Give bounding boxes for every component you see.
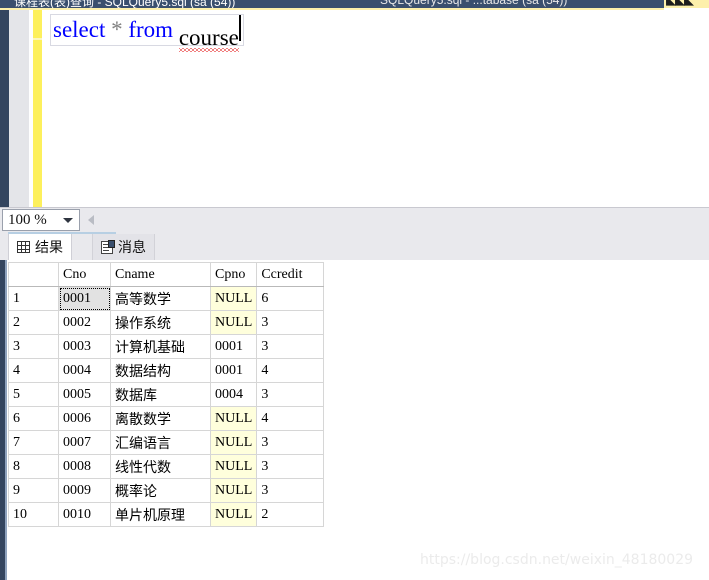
- editor-text-surface[interactable]: select * from course: [42, 10, 709, 207]
- cell-ccredit[interactable]: 6: [256, 286, 325, 311]
- cell-cno[interactable]: 0002: [58, 310, 111, 335]
- cell-cname[interactable]: 离散数学: [110, 406, 211, 431]
- table-row[interactable]: 7 0007 汇编语言 NULL 3: [8, 430, 325, 455]
- editor-tab-title-left[interactable]: 课程表(表)查询 - SQLQuery5.sql (sa (54)): [14, 0, 235, 8]
- cell-ccredit[interactable]: 3: [256, 454, 325, 479]
- table-row[interactable]: 3 0003 计算机基础 0001 3: [8, 334, 325, 359]
- column-header-cno[interactable]: Cno: [58, 262, 111, 287]
- cell-cname[interactable]: 数据库: [110, 382, 211, 407]
- tab-messages[interactable]: 消息: [92, 234, 155, 260]
- table-row[interactable]: 4 0004 数据结构 0001 4: [8, 358, 325, 383]
- editor-tab-title-right[interactable]: SQLQuery5.sql - ...tabase (sa (54))*: [380, 0, 572, 7]
- cell-cname[interactable]: 单片机原理: [110, 502, 211, 527]
- cell-cname[interactable]: 操作系统: [110, 310, 211, 335]
- cell-cname[interactable]: 高等数学: [110, 286, 211, 311]
- chevron-down-icon[interactable]: [63, 218, 73, 223]
- window-controls-icon[interactable]: ◣◣◣: [664, 0, 709, 8]
- cell-cno[interactable]: 0005: [58, 382, 111, 407]
- cell-ccredit[interactable]: 3: [256, 310, 325, 335]
- grid-corner-header[interactable]: [8, 262, 59, 287]
- zoom-level-combobox[interactable]: 100 %: [2, 209, 80, 231]
- editor-left-border: [0, 10, 9, 207]
- cell-ccredit[interactable]: 4: [256, 358, 325, 383]
- cell-cno[interactable]: 0010: [58, 502, 111, 527]
- cell-cname[interactable]: 汇编语言: [110, 430, 211, 455]
- cell-cno[interactable]: 0004: [58, 358, 111, 383]
- cell-cno[interactable]: 0009: [58, 478, 111, 503]
- cell-ccredit[interactable]: 4: [256, 406, 325, 431]
- cell-ccredit[interactable]: 3: [256, 430, 325, 455]
- tab-results-label: 结果: [35, 240, 63, 256]
- message-icon: [101, 239, 115, 254]
- cell-cpno[interactable]: NULL: [209, 502, 258, 527]
- cell-ccredit[interactable]: 3: [256, 334, 325, 359]
- cell-ccredit[interactable]: 2: [256, 502, 325, 527]
- cell-cpno[interactable]: NULL: [209, 406, 258, 431]
- row-number[interactable]: 6: [8, 406, 59, 431]
- column-header-cpno[interactable]: Cpno: [209, 262, 258, 287]
- sql-query-line[interactable]: select * from course: [50, 14, 244, 52]
- text-caret: [238, 15, 241, 41]
- tab-messages-label: 消息: [118, 240, 146, 256]
- table-row[interactable]: 10 0010 单片机原理 NULL 2: [8, 502, 325, 527]
- table-header-row: Cno Cname Cpno Ccredit: [8, 262, 325, 287]
- editor-gutter[interactable]: [9, 10, 29, 207]
- cell-cno[interactable]: 0003: [58, 334, 111, 359]
- row-number[interactable]: 2: [8, 310, 59, 335]
- cell-cno[interactable]: 0006: [58, 406, 111, 431]
- table-row[interactable]: 5 0005 数据库 0004 3: [8, 382, 325, 407]
- table-row[interactable]: 1 0001 高等数学 NULL 6: [8, 286, 325, 311]
- cell-cno[interactable]: 0001: [58, 286, 111, 311]
- cell-cpno[interactable]: NULL: [209, 478, 258, 503]
- sql-star-operator: *: [111, 17, 123, 42]
- column-header-ccredit[interactable]: Ccredit: [256, 262, 325, 287]
- cell-cpno[interactable]: NULL: [209, 286, 258, 311]
- tab-results[interactable]: 结果: [8, 234, 72, 260]
- watermark-text: https://blog.csdn.net/weixin_48180029: [420, 552, 694, 568]
- window-controls-glyph: ◣◣◣: [666, 0, 694, 8]
- row-number[interactable]: 3: [8, 334, 59, 359]
- spellcheck-squiggle-icon: [178, 48, 239, 52]
- editor-change-bar-tick: [33, 38, 42, 40]
- column-header-cname[interactable]: Cname: [110, 262, 211, 287]
- cell-cpno[interactable]: 0004: [209, 382, 258, 407]
- cell-cpno[interactable]: NULL: [209, 430, 258, 455]
- cell-cpno[interactable]: 0001: [209, 334, 258, 359]
- cell-cno[interactable]: 0008: [58, 454, 111, 479]
- results-grid-pane[interactable]: Cno Cname Cpno Ccredit 1 0001 高等数学 NULL …: [7, 260, 709, 580]
- zoom-level-value: 100 %: [8, 212, 47, 228]
- table-row[interactable]: 8 0008 线性代数 NULL 3: [8, 454, 325, 479]
- row-number[interactable]: 8: [8, 454, 59, 479]
- row-number[interactable]: 1: [8, 286, 59, 311]
- table-row[interactable]: 9 0009 概率论 NULL 3: [8, 478, 325, 503]
- sql-keyword-select: select: [53, 17, 106, 42]
- cell-cname[interactable]: 数据结构: [110, 358, 211, 383]
- results-grid[interactable]: Cno Cname Cpno Ccredit 1 0001 高等数学 NULL …: [8, 262, 325, 527]
- cell-cname[interactable]: 概率论: [110, 478, 211, 503]
- cell-cpno[interactable]: NULL: [209, 454, 258, 479]
- scroll-left-arrow-icon[interactable]: [88, 215, 94, 225]
- cell-cname[interactable]: 线性代数: [110, 454, 211, 479]
- table-row[interactable]: 6 0006 离散数学 NULL 4: [8, 406, 325, 431]
- row-number[interactable]: 9: [8, 478, 59, 503]
- results-grid-body: 1 0001 高等数学 NULL 6 2 0002 操作系统 NULL 3 3 …: [8, 286, 325, 527]
- row-number[interactable]: 7: [8, 430, 59, 455]
- cell-cpno[interactable]: NULL: [209, 310, 258, 335]
- grid-icon: [17, 241, 30, 253]
- cell-cname[interactable]: 计算机基础: [110, 334, 211, 359]
- row-number[interactable]: 10: [8, 502, 59, 527]
- window-tab-strip: 课程表(表)查询 - SQLQuery5.sql (sa (54)) SQLQu…: [0, 0, 709, 8]
- row-number[interactable]: 5: [8, 382, 59, 407]
- table-row[interactable]: 2 0002 操作系统 NULL 3: [8, 310, 325, 335]
- cell-cpno[interactable]: 0001: [209, 358, 258, 383]
- cell-ccredit[interactable]: 3: [256, 382, 325, 407]
- sql-table-identifier: course: [178, 25, 239, 52]
- sql-keyword-from: from: [128, 17, 174, 42]
- results-tab-bar: 结果 消息: [0, 232, 709, 260]
- row-number[interactable]: 4: [8, 358, 59, 383]
- editor-status-bar: 100 %: [0, 207, 709, 232]
- cell-ccredit[interactable]: 3: [256, 478, 325, 503]
- cell-cno[interactable]: 0007: [58, 430, 111, 455]
- sql-editor-pane[interactable]: select * from course: [0, 10, 709, 207]
